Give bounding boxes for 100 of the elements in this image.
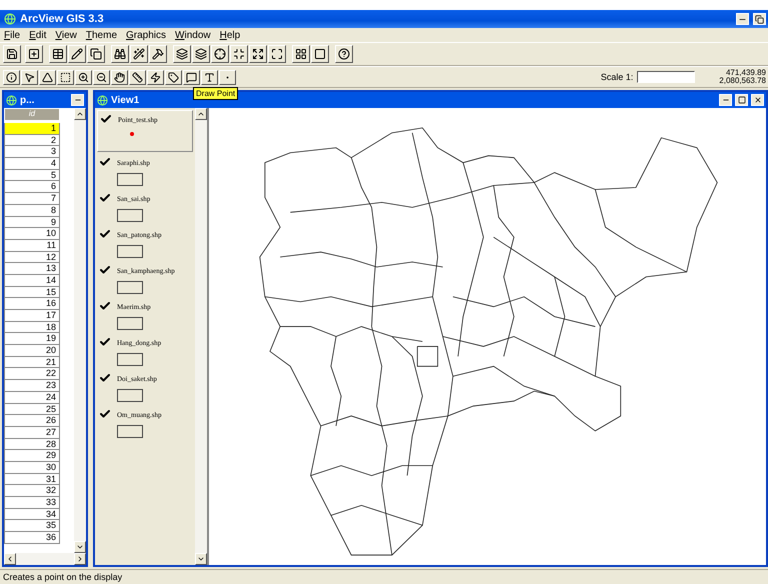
checkmark-icon[interactable] bbox=[99, 156, 111, 168]
menu-item[interactable]: Help bbox=[220, 30, 240, 40]
toolbar-button[interactable] bbox=[311, 45, 329, 63]
row-number[interactable]: 12 bbox=[4, 252, 60, 264]
toolbar-button[interactable] bbox=[192, 45, 210, 63]
toolbar-button[interactable] bbox=[49, 45, 67, 63]
menu-item[interactable]: Window bbox=[175, 30, 211, 40]
coordinate-readout: 471,439.89 bbox=[726, 69, 766, 77]
toolbar-button[interactable] bbox=[249, 45, 267, 63]
toolbar-button[interactable] bbox=[211, 45, 229, 63]
row-number[interactable]: 17 bbox=[4, 310, 60, 322]
expand-icon bbox=[252, 48, 264, 60]
maximize-button[interactable] bbox=[735, 94, 748, 106]
row-number[interactable]: 3 bbox=[4, 146, 60, 158]
row-number[interactable]: 5 bbox=[4, 170, 60, 182]
row-number[interactable]: 6 bbox=[4, 181, 60, 194]
scale-field[interactable] bbox=[637, 71, 696, 83]
row-number[interactable]: 24 bbox=[4, 392, 60, 404]
row-number[interactable]: 31 bbox=[4, 474, 60, 486]
tool-button[interactable] bbox=[57, 70, 74, 84]
toolbar-button[interactable] bbox=[87, 45, 105, 63]
vertical-scrollbar[interactable] bbox=[74, 108, 86, 553]
row-number[interactable]: 10 bbox=[4, 228, 60, 240]
row-number[interactable]: 34 bbox=[4, 508, 60, 520]
checkmark-icon[interactable] bbox=[100, 113, 112, 125]
binoculars-icon bbox=[114, 48, 126, 60]
tool-button[interactable] bbox=[147, 70, 164, 84]
row-number[interactable]: 4 bbox=[4, 158, 60, 170]
toolbar-button[interactable] bbox=[111, 45, 129, 63]
toolbar-button[interactable] bbox=[68, 45, 86, 63]
tool-button[interactable] bbox=[129, 70, 146, 84]
tool-button[interactable] bbox=[111, 70, 128, 84]
toolbar-button[interactable] bbox=[230, 45, 248, 63]
tool-button[interactable] bbox=[3, 70, 20, 84]
row-number[interactable]: 28 bbox=[4, 438, 60, 450]
row-number[interactable]: 16 bbox=[4, 298, 60, 310]
row-number[interactable]: 15 bbox=[4, 286, 60, 298]
row-number[interactable]: 8 bbox=[4, 204, 60, 216]
checkmark-icon[interactable] bbox=[99, 192, 111, 204]
row-number[interactable]: 23 bbox=[4, 380, 60, 392]
globe-icon bbox=[97, 94, 108, 106]
row-number[interactable]: 19 bbox=[4, 333, 60, 346]
row-number[interactable]: 30 bbox=[4, 462, 60, 474]
menu-item[interactable]: Edit bbox=[29, 30, 46, 40]
vertical-scrollbar[interactable] bbox=[195, 108, 207, 565]
row-number[interactable]: 13 bbox=[4, 263, 60, 275]
menu-item[interactable]: Theme bbox=[86, 30, 117, 40]
close-button[interactable] bbox=[751, 94, 764, 106]
row-number[interactable]: 32 bbox=[4, 485, 60, 497]
minimize-button[interactable] bbox=[719, 94, 732, 106]
toolbar-button[interactable] bbox=[3, 45, 21, 63]
zoom-out-icon bbox=[96, 72, 107, 82]
checkmark-icon[interactable] bbox=[99, 300, 111, 312]
horizontal-scrollbar[interactable] bbox=[4, 553, 86, 565]
checkmark-icon[interactable] bbox=[99, 264, 111, 276]
row-number[interactable]: 25 bbox=[4, 404, 60, 416]
menu-item[interactable]: View bbox=[55, 30, 77, 40]
tool-button[interactable] bbox=[201, 70, 218, 84]
row-number[interactable]: 1 bbox=[4, 123, 60, 135]
minimize-button[interactable] bbox=[71, 94, 84, 106]
toolbar-button[interactable] bbox=[173, 45, 191, 63]
checkmark-icon[interactable] bbox=[99, 372, 111, 384]
checkmark-icon[interactable] bbox=[99, 336, 111, 348]
minimize-button[interactable] bbox=[736, 13, 749, 25]
toolbar-button[interactable] bbox=[130, 45, 148, 63]
row-number[interactable]: 22 bbox=[4, 368, 60, 380]
row-number[interactable]: 18 bbox=[4, 322, 60, 334]
globe-icon bbox=[6, 94, 17, 106]
row-number[interactable]: 21 bbox=[4, 356, 60, 368]
row-number[interactable]: 27 bbox=[4, 426, 60, 439]
row-number[interactable]: 35 bbox=[4, 520, 60, 532]
row-number[interactable]: 2 bbox=[4, 134, 60, 146]
tool-button[interactable] bbox=[75, 70, 92, 84]
row-number[interactable]: 29 bbox=[4, 450, 60, 462]
row-number[interactable]: 36 bbox=[4, 532, 60, 544]
tool-button[interactable] bbox=[183, 70, 200, 84]
callout-icon bbox=[186, 72, 197, 82]
toolbar-button[interactable] bbox=[25, 45, 43, 63]
tool-button[interactable] bbox=[21, 70, 38, 84]
tool-button[interactable] bbox=[165, 70, 182, 84]
row-number[interactable]: 20 bbox=[4, 345, 60, 357]
menu-item[interactable]: Graphics bbox=[126, 30, 166, 40]
tool-button[interactable] bbox=[39, 70, 56, 84]
row-number[interactable]: 7 bbox=[4, 193, 60, 205]
tool-button[interactable] bbox=[219, 70, 236, 84]
toolbar-button[interactable] bbox=[292, 45, 310, 63]
toolbar-button[interactable] bbox=[268, 45, 286, 63]
row-number[interactable]: 26 bbox=[4, 415, 60, 427]
tool-button[interactable] bbox=[93, 70, 110, 84]
toolbar-button[interactable] bbox=[335, 45, 353, 63]
restore-button[interactable] bbox=[753, 13, 766, 25]
grid-icon bbox=[295, 48, 307, 60]
checkmark-icon[interactable] bbox=[99, 228, 111, 240]
row-number[interactable]: 14 bbox=[4, 274, 60, 287]
checkmark-icon[interactable] bbox=[99, 408, 111, 420]
row-number[interactable]: 9 bbox=[4, 216, 60, 228]
row-number[interactable]: 11 bbox=[4, 240, 60, 252]
row-number[interactable]: 33 bbox=[4, 497, 60, 509]
menu-item[interactable]: File bbox=[4, 30, 20, 40]
toolbar-button[interactable] bbox=[149, 45, 167, 63]
